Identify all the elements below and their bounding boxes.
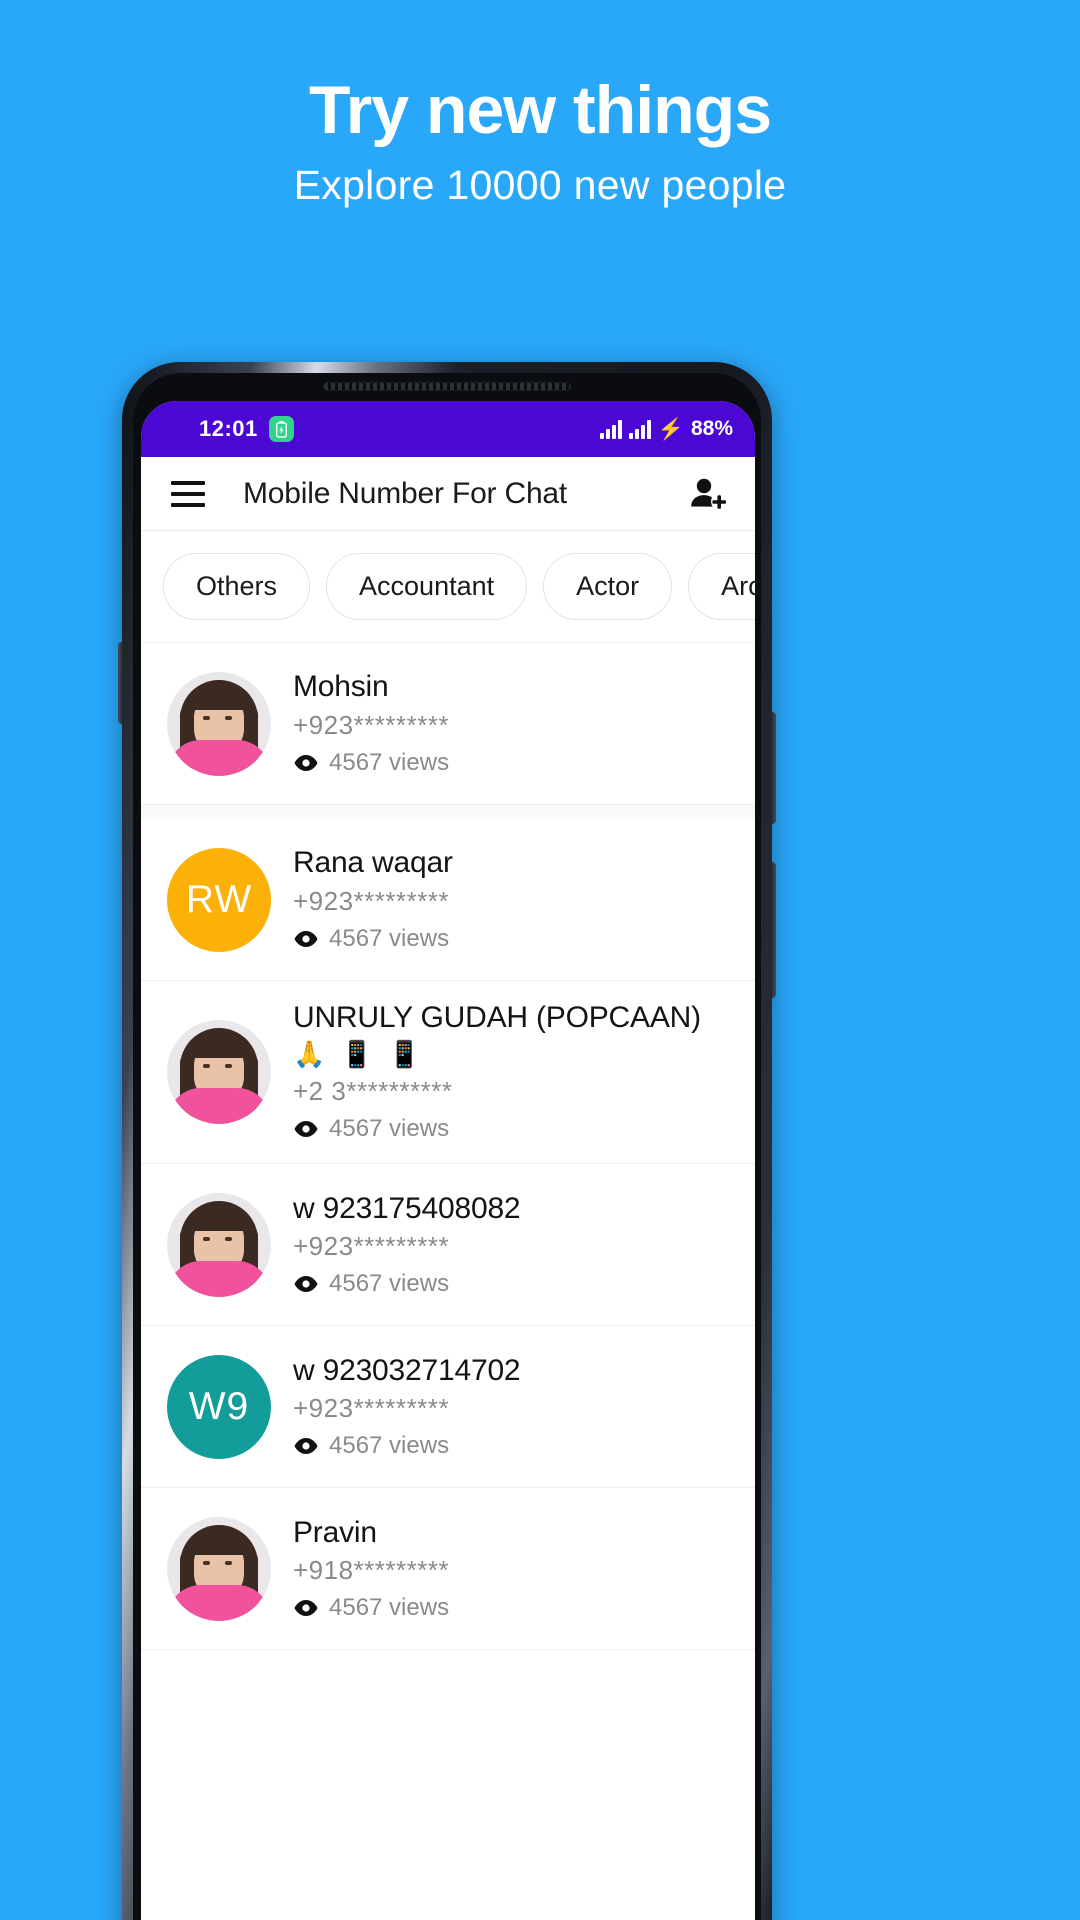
signal-bars-icon — [599, 419, 622, 439]
views-count: 4567 views — [329, 1594, 450, 1622]
chip-actor[interactable]: Actor — [543, 553, 673, 620]
contact-phone: +923********* — [293, 709, 450, 740]
battery-icon — [268, 416, 294, 442]
contact-name: Mohsin — [293, 670, 389, 704]
eye-icon — [293, 1437, 319, 1455]
promo-title: Try new things — [308, 72, 772, 148]
avatar: RW — [167, 847, 271, 952]
add-person-icon[interactable] — [687, 473, 729, 515]
views-row: 4567 views — [293, 1115, 737, 1143]
status-bar: 12:01 ⚡ 88% — [141, 401, 755, 457]
list-item[interactable]: w 923175408082 +923********* 4567 views — [141, 1164, 755, 1327]
eye-icon — [293, 1275, 319, 1293]
views-count: 4567 views — [329, 1115, 450, 1143]
contact-details: Mohsin +923********* 4567 views — [293, 670, 737, 777]
status-bar-left: 12:01 — [199, 416, 294, 442]
contact-list: Mohsin +923********* 4567 views RW Rana … — [141, 643, 755, 1651]
list-item[interactable]: W9 w 923032714702 +923********* 4567 vie… — [141, 1326, 755, 1489]
hamburger-line — [171, 491, 205, 496]
contact-phone: +923********* — [293, 1231, 450, 1262]
volume-rocker-button[interactable] — [770, 862, 776, 998]
eye-icon — [293, 754, 319, 772]
contact-details: Rana waqar +923********* 4567 views — [293, 846, 737, 953]
eye-icon — [293, 1599, 319, 1617]
list-item[interactable]: Mohsin +923********* 4567 views — [141, 643, 755, 805]
views-row: 4567 views — [293, 925, 737, 953]
hamburger-line — [171, 480, 205, 485]
volume-button[interactable] — [118, 642, 124, 724]
avatar-initials: RW — [185, 877, 253, 921]
contact-details: w 923175408082 +923********* 4567 views — [293, 1192, 737, 1299]
contact-name: UNRULY GUDAH (POPCAAN) — [293, 1001, 701, 1034]
avatar — [167, 1516, 271, 1621]
contact-name: Pravin — [293, 1515, 377, 1549]
contact-details: Pravin +918********* 4567 views — [293, 1516, 737, 1623]
views-count: 4567 views — [329, 1432, 450, 1460]
chip-others[interactable]: Others — [163, 553, 311, 620]
list-item[interactable]: Pravin +918********* 4567 views — [141, 1488, 755, 1651]
earpiece-speaker — [323, 382, 571, 391]
battery-percent: 88% — [690, 417, 733, 440]
views-count: 4567 views — [329, 924, 450, 952]
status-time: 12:01 — [199, 416, 258, 441]
contact-name: w 923175408082 — [293, 1191, 521, 1225]
avatar: W9 — [167, 1354, 271, 1459]
avatar-initials: W9 — [188, 1384, 250, 1428]
contact-name: w 923032714702 — [293, 1353, 521, 1387]
phone-mockup: 12:01 ⚡ 88% Mobile Number For Chat Other… — [118, 362, 776, 1920]
category-chips[interactable]: Others Accountant Actor Architec — [141, 531, 755, 643]
phone-screen: 12:01 ⚡ 88% Mobile Number For Chat Other… — [141, 401, 755, 1920]
contact-phone: +918********* — [293, 1555, 450, 1586]
contact-details: w 923032714702 +923********* 4567 views — [293, 1354, 737, 1461]
list-item[interactable]: RW Rana waqar +923********* 4567 views — [141, 819, 755, 981]
views-row: 4567 views — [293, 1432, 737, 1460]
power-button[interactable] — [770, 712, 776, 824]
page-title: Mobile Number For Chat — [243, 476, 568, 510]
views-row: 4567 views — [293, 1594, 737, 1622]
signal-bars-icon-2 — [628, 419, 651, 439]
hamburger-line — [171, 502, 205, 507]
views-count: 4567 views — [329, 1270, 450, 1298]
status-bar-right: ⚡ 88% — [599, 417, 733, 441]
avatar — [167, 1020, 271, 1125]
phone-bezel: 12:01 ⚡ 88% Mobile Number For Chat Other… — [133, 373, 761, 1920]
charging-bolt-icon: ⚡ — [657, 417, 684, 441]
contact-phone: +2 3********** — [293, 1076, 453, 1107]
contact-phone: +923********* — [293, 1393, 450, 1424]
eye-icon — [293, 1120, 319, 1138]
contact-phone: +923********* — [293, 885, 450, 916]
views-count: 4567 views — [329, 748, 450, 776]
contact-name: Rana waqar — [293, 846, 453, 880]
eye-icon — [293, 930, 319, 948]
list-item[interactable]: UNRULY GUDAH (POPCAAN) 🙏 📱 📱 +2 3*******… — [141, 981, 755, 1165]
views-row: 4567 views — [293, 749, 737, 777]
avatar — [167, 671, 271, 776]
avatar — [167, 1192, 271, 1297]
contact-emoji: 🙏 📱 📱 — [293, 1038, 425, 1069]
promo-banner: Try new things Explore 10000 new people — [0, 0, 1080, 209]
chip-accountant[interactable]: Accountant — [326, 553, 528, 620]
hamburger-menu-icon[interactable] — [171, 480, 205, 507]
promo-subtitle: Explore 10000 new people — [293, 162, 787, 208]
app-bar: Mobile Number For Chat — [141, 457, 755, 531]
chip-architect[interactable]: Architec — [688, 553, 755, 620]
views-row: 4567 views — [293, 1270, 737, 1298]
contact-details: UNRULY GUDAH (POPCAAN) 🙏 📱 📱 +2 3*******… — [293, 1001, 737, 1143]
